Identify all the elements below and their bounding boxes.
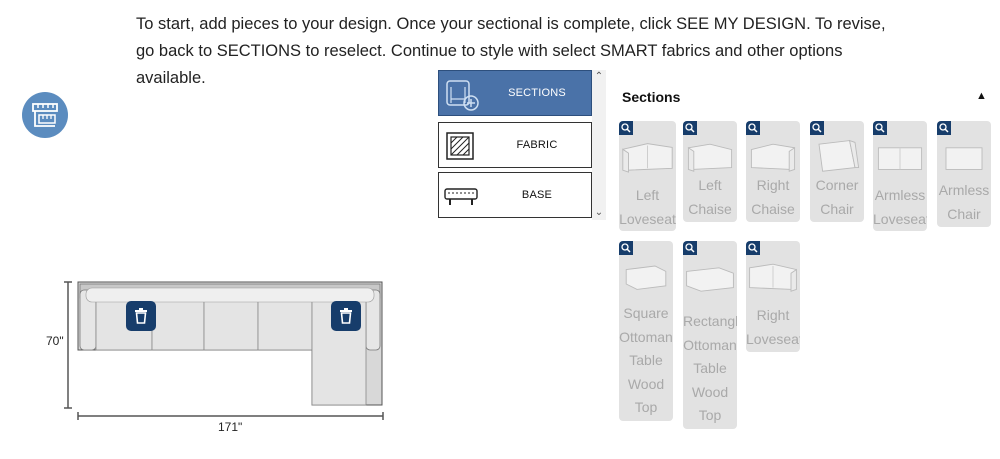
zoom-icon[interactable] [810,121,824,135]
chevron-up-icon[interactable]: ▲ [976,90,987,102]
section-card-right-loveseat[interactable]: Right Loveseat [746,241,800,352]
left-loveseat-thumbnail [622,143,673,173]
tape-measure-icon [32,103,58,127]
tabs-scrollbar[interactable]: ⌃ ⌄ [592,70,606,220]
section-label: Right Chaise [751,177,795,217]
trash-icon [135,308,147,324]
trash-icon [340,308,352,324]
fabric-icon [446,132,474,160]
tab-sections-label: SECTIONS [508,87,566,99]
height-dimension: 70" [46,334,64,348]
option-tabs: SECTIONS FABRIC BASE ⌃ ⌄ [438,70,606,220]
section-label: Left Loveseat [619,187,676,227]
section-label: Square Ottoman Table Wood Top [619,305,673,415]
section-label: Armless Loveseat [873,187,927,227]
tab-sections[interactable]: SECTIONS [438,70,592,116]
tab-fabric[interactable]: FABRIC [438,122,592,168]
delete-left-section-button[interactable] [126,301,156,331]
scroll-down-icon[interactable]: ⌄ [592,206,606,220]
zoom-icon[interactable] [746,121,760,135]
tab-base[interactable]: BASE [438,172,592,218]
section-card-armless-loveseat[interactable]: Armless Loveseat [873,121,927,231]
zoom-icon[interactable] [873,121,887,135]
section-card-left-chaise[interactable]: Left Chaise [683,121,737,222]
tab-fabric-label: FABRIC [516,139,558,151]
zoom-icon[interactable] [683,121,697,135]
square-ottoman-thumbnail [625,265,667,290]
scroll-up-icon[interactable]: ⌃ [592,70,606,84]
section-card-armless-chair[interactable]: Armless Chair [937,121,991,227]
tab-base-label: BASE [521,189,553,201]
section-card-right-chaise[interactable]: Right Chaise [746,121,800,222]
zoom-icon[interactable] [619,121,633,135]
armless-chair-thumbnail [945,147,983,170]
base-icon [444,188,478,205]
zoom-icon[interactable] [937,121,951,135]
section-card-left-loveseat[interactable]: Left Loveseat [619,121,676,231]
section-label: Corner Chair [815,177,859,217]
section-label: Rectangle Ottoman Table Wood Top [683,313,737,423]
section-label: Armless Chair [938,182,990,222]
delete-right-section-button[interactable] [331,301,361,331]
sectional-diagram: 70" 171" [40,270,400,450]
section-label: Left Chaise [688,177,732,217]
section-card-rectangle-ottoman[interactable]: Rectangle Ottoman Table Wood Top [683,241,737,429]
section-card-square-ottoman[interactable]: Square Ottoman Table Wood Top [619,241,673,421]
zoom-icon[interactable] [619,241,633,255]
armless-loveseat-thumbnail [877,147,923,170]
sections-panel-title: Sections [622,89,681,105]
width-dimension: 171" [218,420,243,434]
zoom-icon[interactable] [683,241,697,255]
measure-button[interactable] [22,92,68,138]
section-label: Right Loveseat [746,307,800,347]
zoom-icon[interactable] [746,241,760,255]
sections-icon [446,80,479,111]
section-card-corner-chair[interactable]: Corner Chair [810,121,864,222]
rectangle-ottoman-thumbnail [686,267,734,292]
right-loveseat-thumbnail [749,263,797,292]
